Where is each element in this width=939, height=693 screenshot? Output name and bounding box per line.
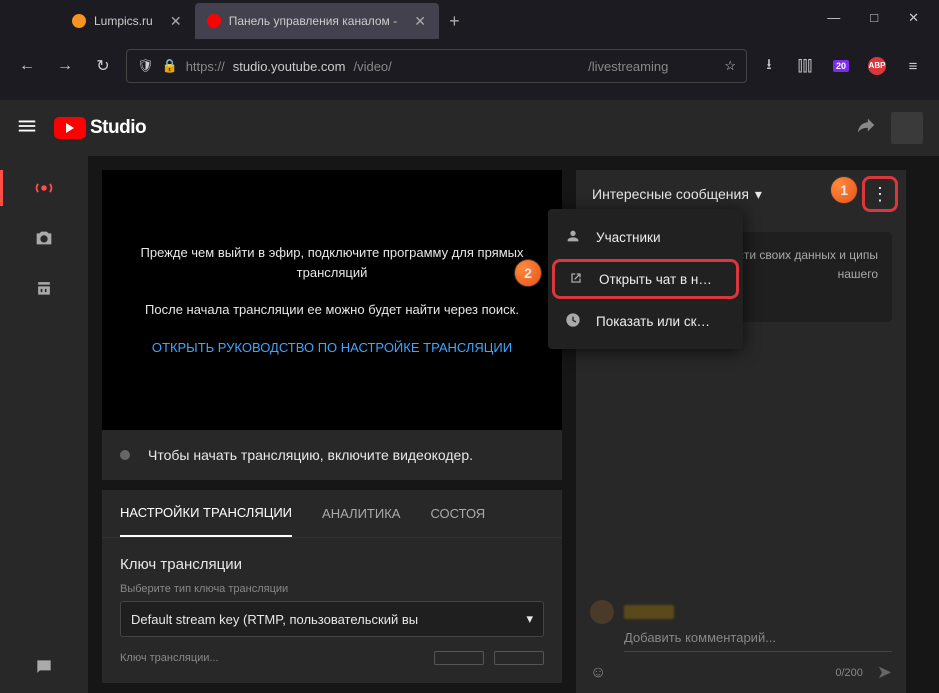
annotation-marker-2: 2	[514, 259, 542, 287]
abp-icon[interactable]: ABP	[863, 52, 891, 80]
maximize-button[interactable]: □	[870, 10, 878, 26]
url-prefix: https://	[186, 59, 225, 74]
emoji-icon[interactable]: ☺	[590, 664, 606, 682]
chat-avatar	[590, 600, 614, 624]
chat-filter-label: Интересные сообщения	[592, 186, 749, 202]
chat-input[interactable]: Добавить комментарий...	[624, 630, 892, 652]
left-sidebar	[0, 156, 88, 693]
stream-preview: Прежде чем выйти в эфир, подключите прог…	[102, 170, 562, 430]
user-avatar[interactable]	[891, 112, 923, 144]
url-host: studio.youtube.com	[233, 59, 346, 74]
sidebar-item-manage[interactable]	[32, 276, 56, 300]
sidebar-item-stream[interactable]	[32, 176, 56, 200]
preview-text-1: Прежде чем выйти в эфир, подключите прог…	[122, 243, 542, 282]
close-tab-icon[interactable]: ✕	[169, 14, 183, 28]
status-text: Чтобы начать трансляцию, включите видеок…	[148, 447, 473, 463]
tab-health[interactable]: СОСТОЯ	[430, 506, 485, 521]
stream-key-subtitle: Выберите тип ключа трансляции	[120, 583, 544, 595]
sidebar-item-webcam[interactable]	[32, 226, 56, 250]
logo-text: Studio	[90, 117, 146, 139]
chevron-down-icon: ▾	[526, 611, 533, 627]
char-counter: 0/200	[835, 667, 863, 679]
youtube-studio-logo[interactable]: Studio	[54, 117, 146, 139]
extension-badge[interactable]: 20	[827, 52, 855, 80]
chevron-down-icon: ▾	[755, 186, 762, 203]
menu-label: Открыть чат в н…	[599, 272, 712, 287]
stream-key-label: Ключ трансляции...	[120, 652, 219, 664]
shield-icon: 🛡	[137, 58, 154, 74]
sidebar-item-feedback[interactable]	[32, 655, 56, 679]
status-dot-icon	[120, 450, 130, 460]
menu-item-timestamps[interactable]: Показать или ск…	[548, 301, 743, 341]
address-bar[interactable]: 🛡 🔒 https:// studio.youtube.com/video/ /l…	[126, 49, 747, 83]
menu-label: Участники	[596, 230, 661, 245]
youtube-play-icon	[54, 117, 86, 139]
bookmark-icon[interactable]: ☆	[724, 58, 736, 74]
youtube-header: Studio	[0, 100, 939, 156]
back-button[interactable]: ←	[12, 51, 42, 81]
browser-tab-youtube[interactable]: Панель управления каналом - ✕	[195, 3, 439, 39]
content-tabs: НАСТРОЙКИ ТРАНСЛЯЦИИ АНАЛИТИКА СОСТОЯ	[102, 490, 562, 538]
chat-options-menu: 2 Участники Открыть чат в н… Показать ил…	[548, 209, 743, 349]
open-external-icon	[567, 270, 585, 289]
setup-guide-link[interactable]: ОТКРЫТЬ РУКОВОДСТВО ПО НАСТРОЙКЕ ТРАНСЛЯ…	[122, 338, 542, 358]
tab-stream-settings[interactable]: НАСТРОЙКИ ТРАНСЛЯЦИИ	[120, 490, 292, 537]
favicon-icon	[72, 14, 86, 28]
url-path: /video/	[353, 59, 391, 74]
encoder-status: Чтобы начать трансляцию, включите видеок…	[102, 430, 562, 480]
download-icon[interactable]: ⭳	[755, 52, 783, 80]
forward-button[interactable]: →	[50, 51, 80, 81]
stream-settings-panel: Ключ трансляции Выберите тип ключа транс…	[102, 538, 562, 683]
browser-tab-lumpics[interactable]: Lumpics.ru ✕	[60, 3, 195, 39]
copy-key-button[interactable]	[494, 651, 544, 665]
url-path2: /livestreaming	[588, 59, 668, 74]
close-tab-icon[interactable]: ✕	[413, 14, 427, 28]
chat-options-button[interactable]: ⋮	[862, 176, 898, 212]
close-window-button[interactable]: ✕	[908, 10, 919, 26]
reload-button[interactable]: ↻	[88, 51, 118, 81]
send-icon[interactable]: ➤	[877, 662, 892, 683]
new-tab-button[interactable]: +	[449, 11, 460, 32]
lock-icon: 🔒	[162, 58, 178, 74]
minimize-button[interactable]: —	[827, 10, 840, 26]
tab-title: Панель управления каналом -	[229, 14, 397, 28]
menu-item-popout-chat[interactable]: Открыть чат в н…	[552, 259, 739, 299]
person-icon	[564, 228, 582, 247]
app-menu-icon[interactable]: ≡	[899, 52, 927, 80]
share-icon[interactable]	[855, 114, 877, 142]
annotation-marker-1: 1	[830, 176, 858, 204]
library-icon[interactable]: ⫿⫿⫿	[791, 52, 819, 80]
menu-label: Показать или ск…	[596, 314, 710, 329]
clock-icon	[564, 312, 582, 331]
select-value: Default stream key (RTMP, пользовательск…	[131, 612, 418, 627]
preview-text-2: После начала трансляции ее можно будет н…	[122, 300, 542, 320]
hamburger-icon[interactable]	[16, 115, 40, 142]
chat-username	[624, 605, 674, 619]
reset-key-button[interactable]	[434, 651, 484, 665]
tab-analytics[interactable]: АНАЛИТИКА	[322, 506, 400, 521]
tab-title: Lumpics.ru	[94, 14, 153, 28]
favicon-icon	[207, 14, 221, 28]
menu-item-participants[interactable]: Участники	[548, 217, 743, 257]
stream-key-title: Ключ трансляции	[120, 556, 544, 573]
stream-key-select[interactable]: Default stream key (RTMP, пользовательск…	[120, 601, 544, 637]
